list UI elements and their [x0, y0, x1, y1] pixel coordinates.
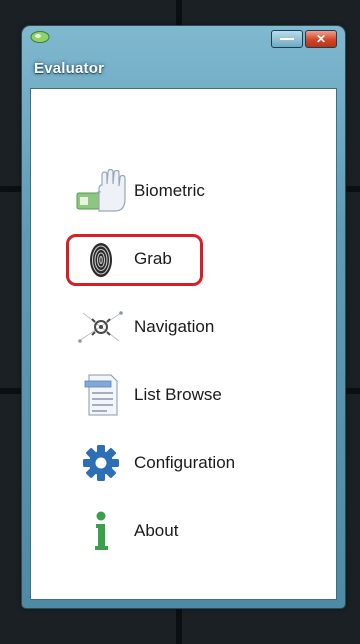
menu-item-label: Configuration [134, 453, 236, 472]
menu-item-about[interactable]: About [31, 503, 336, 559]
menu-item-label: Grab [134, 249, 172, 268]
navigation-crosshair-icon [78, 311, 123, 343]
menu-item-list-browse[interactable]: List Browse [31, 367, 336, 423]
window-title: Evaluator [34, 60, 105, 77]
menu-item-navigation[interactable]: Navigation [31, 299, 336, 355]
menu-item-grab[interactable]: Grab [31, 231, 336, 287]
hand-biometric-icon [76, 169, 126, 212]
menu-item-label: List Browse [134, 385, 222, 404]
menu-item-label: About [134, 521, 179, 540]
list-document-icon [84, 374, 118, 416]
desktop-background: ✕ Evaluator Biometric Grab Navigation Li… [0, 0, 360, 644]
app-icon [30, 31, 50, 43]
fingerprint-icon [90, 243, 112, 277]
gear-icon [83, 445, 119, 481]
window-controls: ✕ [271, 30, 337, 48]
menu-item-label: Navigation [134, 317, 215, 336]
menu-item-label: Biometric [134, 181, 205, 200]
evaluator-window: ✕ Evaluator Biometric Grab Navigation Li… [22, 26, 345, 608]
info-icon [95, 511, 108, 550]
menu-panel: Biometric Grab Navigation List Browse Co… [30, 88, 337, 600]
menu-item-biometric[interactable]: Biometric [31, 163, 336, 219]
close-button[interactable]: ✕ [305, 30, 337, 48]
minimize-button[interactable] [271, 30, 303, 48]
menu-item-configuration[interactable]: Configuration [31, 435, 336, 491]
title-bar[interactable]: ✕ Evaluator [22, 26, 345, 88]
